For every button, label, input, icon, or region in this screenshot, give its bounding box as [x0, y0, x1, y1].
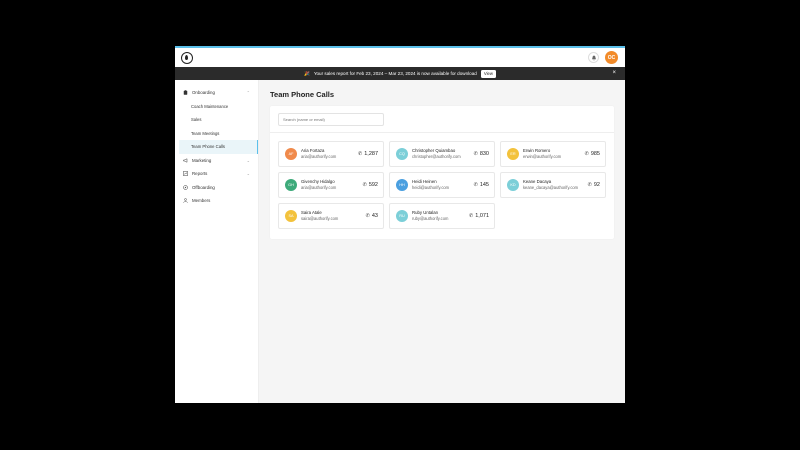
droplet-logo-icon[interactable] — [181, 51, 193, 64]
avatar: CQ — [396, 148, 408, 160]
app-window: OC 🎉 Your sales report for Feb 23, 2024 … — [175, 46, 625, 403]
clipboard-icon — [183, 90, 188, 95]
person-card[interactable]: SA Saira Atale saira@authorify.com ✆ 43 — [278, 203, 384, 229]
person-card[interactable]: AF Aria Fortaza aria@authorify.com ✆ 1,28… — [278, 141, 384, 167]
call-count: ✆ 830 — [474, 151, 489, 157]
sidebar-item-label: Reports — [192, 171, 208, 177]
person-card[interactable]: HH Heidi Heinen heidi@authorify.com ✆ 145 — [389, 172, 495, 198]
call-count-value: 1,071 — [475, 213, 489, 219]
avatar: ER — [507, 148, 519, 160]
person-info: Givenchy Hidalgo aria@authorify.com — [301, 179, 361, 191]
avatar: SA — [285, 210, 297, 222]
announcement-banner: 🎉 Your sales report for Feb 23, 2024 – M… — [175, 67, 625, 80]
person-card[interactable]: GH Givenchy Hidalgo aria@authorify.com ✆… — [278, 172, 384, 198]
person-card[interactable]: RU Ruby Untalan ruby@authorify.com ✆ 1,07… — [389, 203, 495, 229]
phone-icon: ✆ — [362, 182, 367, 188]
close-icon[interactable]: × — [612, 70, 616, 76]
sidebar-subitem-sales[interactable]: Sales — [175, 113, 258, 127]
call-count-value: 592 — [368, 182, 378, 188]
call-count: ✆ 145 — [474, 182, 489, 188]
avatar: GH — [285, 179, 297, 191]
chart-icon — [183, 171, 188, 177]
call-count-value: 43 — [371, 213, 378, 219]
sidebar-subitem-team-phone-calls[interactable]: Team Phone Calls — [179, 140, 258, 154]
page-title: Team Phone Calls — [270, 90, 335, 99]
sidebar-item-label: Members — [192, 198, 211, 204]
call-count-value: 985 — [590, 151, 600, 157]
chevron-down-icon[interactable]: ⌄ — [247, 171, 250, 176]
sidebar-subitem-coach-maintenance[interactable]: Coach Maintenance — [175, 100, 258, 114]
bell-icon-svg — [591, 55, 596, 60]
search-input[interactable] — [278, 112, 384, 126]
chevron-up-icon[interactable]: ⌃ — [247, 90, 250, 95]
sidebar-subitem-team-meetings[interactable]: Team Meetings — [175, 127, 258, 141]
person-email: heidi@authorify.com — [412, 185, 450, 190]
person-info: Saira Atale saira@authorify.com — [301, 210, 364, 222]
user-avatar[interactable]: OC — [605, 51, 618, 64]
megaphone-icon — [183, 158, 188, 163]
person-email: saira@authorify.com — [301, 216, 339, 221]
avatar: KD — [507, 179, 519, 191]
phone-icon: ✆ — [473, 182, 478, 188]
view-report-button[interactable]: View — [480, 69, 496, 78]
person-info: Heidi Heinen heidi@authorify.com — [412, 179, 472, 191]
avatar: HH — [396, 179, 408, 191]
sidebar-item-onboarding[interactable]: Onboarding ⌃ — [175, 86, 258, 100]
phone-icon: ✆ — [584, 151, 589, 157]
call-count: ✆ 43 — [366, 213, 378, 219]
chevron-down-icon[interactable]: ⌄ — [247, 158, 250, 163]
avatar: AF — [285, 148, 297, 160]
compass-icon — [183, 184, 188, 190]
top-header: OC — [175, 48, 625, 67]
banner-text: Your sales report for Feb 23, 2024 – Mar… — [313, 71, 477, 76]
people-grid: AF Aria Fortaza aria@authorify.com ✆ 1,28… — [270, 133, 614, 237]
sidebar-item-reports[interactable]: Reports ⌄ — [175, 167, 258, 181]
phone-icon: ✆ — [469, 213, 474, 219]
panel-toolbar — [270, 106, 614, 133]
call-count-value: 145 — [479, 182, 489, 188]
bell-icon[interactable] — [588, 52, 599, 63]
call-count: ✆ 92 — [588, 182, 600, 188]
person-email: ruby@authorify.com — [412, 216, 449, 221]
sidebar-item-label: Onboarding — [192, 90, 215, 96]
phone-calls-panel: AF Aria Fortaza aria@authorify.com ✆1,28… — [270, 106, 614, 239]
person-email: christopher@authorify.com — [412, 154, 461, 159]
person-email: erwin@authorify.com — [523, 154, 562, 159]
sidebar: Onboarding ⌃ Coach Maintenance Sales Tea… — [175, 80, 259, 403]
phone-icon: ✆ — [365, 213, 370, 219]
call-count-value: 1,287 — [364, 151, 378, 157]
call-count: ✆ 1,071 — [469, 213, 489, 219]
phone-icon: ✆ — [473, 151, 478, 157]
avatar: RU — [396, 210, 408, 222]
users-icon — [183, 198, 188, 204]
main-content: Team Phone Calls AF Aria Fortaza aria@au… — [259, 80, 625, 403]
person-email: aria@authorify.com — [301, 154, 337, 159]
party-icon: 🎉 — [304, 70, 310, 76]
person-card[interactable]: KD Keane Dacaya keane_dacaya@authorify.c… — [500, 172, 606, 198]
sidebar-item-label: Offboarding — [192, 184, 215, 190]
person-info: Christopher Quiambao christopher@authori… — [412, 148, 472, 160]
person-card[interactable]: CQ Christopher Quiambao christopher@auth… — [389, 141, 495, 167]
person-email: keane_dacaya@authorify.com — [523, 185, 579, 190]
call-count: ✆ 985 — [585, 151, 600, 157]
header-actions: OC — [588, 51, 618, 64]
call-count: ✆ 592 — [363, 182, 378, 188]
person-info: Erwin Romero erwin@authorify.com — [523, 148, 583, 160]
person-info: Aria Fortaza aria@authorify.com — [301, 148, 356, 160]
sidebar-item-marketing[interactable]: Marketing ⌄ — [175, 154, 258, 168]
sidebar-item-offboarding[interactable]: Offboarding — [175, 181, 258, 195]
call-count-value: 92 — [593, 182, 600, 188]
person-card[interactable]: ER Erwin Romero erwin@authorify.com ✆ 985 — [500, 141, 606, 167]
call-count-value: 830 — [479, 151, 489, 157]
phone-icon: ✆ — [587, 182, 592, 188]
call-count: ✆ 1,287 — [358, 151, 378, 157]
phone-icon: ✆ — [358, 151, 363, 157]
sidebar-item-members[interactable]: Members — [175, 194, 258, 208]
person-info: Ruby Untalan ruby@authorify.com — [412, 210, 467, 222]
body: Onboarding ⌃ Coach Maintenance Sales Tea… — [175, 80, 625, 403]
person-info: Keane Dacaya keane_dacaya@authorify.com — [523, 179, 586, 191]
sidebar-item-label: Marketing — [192, 157, 212, 163]
person-email: aria@authorify.com — [301, 185, 337, 190]
